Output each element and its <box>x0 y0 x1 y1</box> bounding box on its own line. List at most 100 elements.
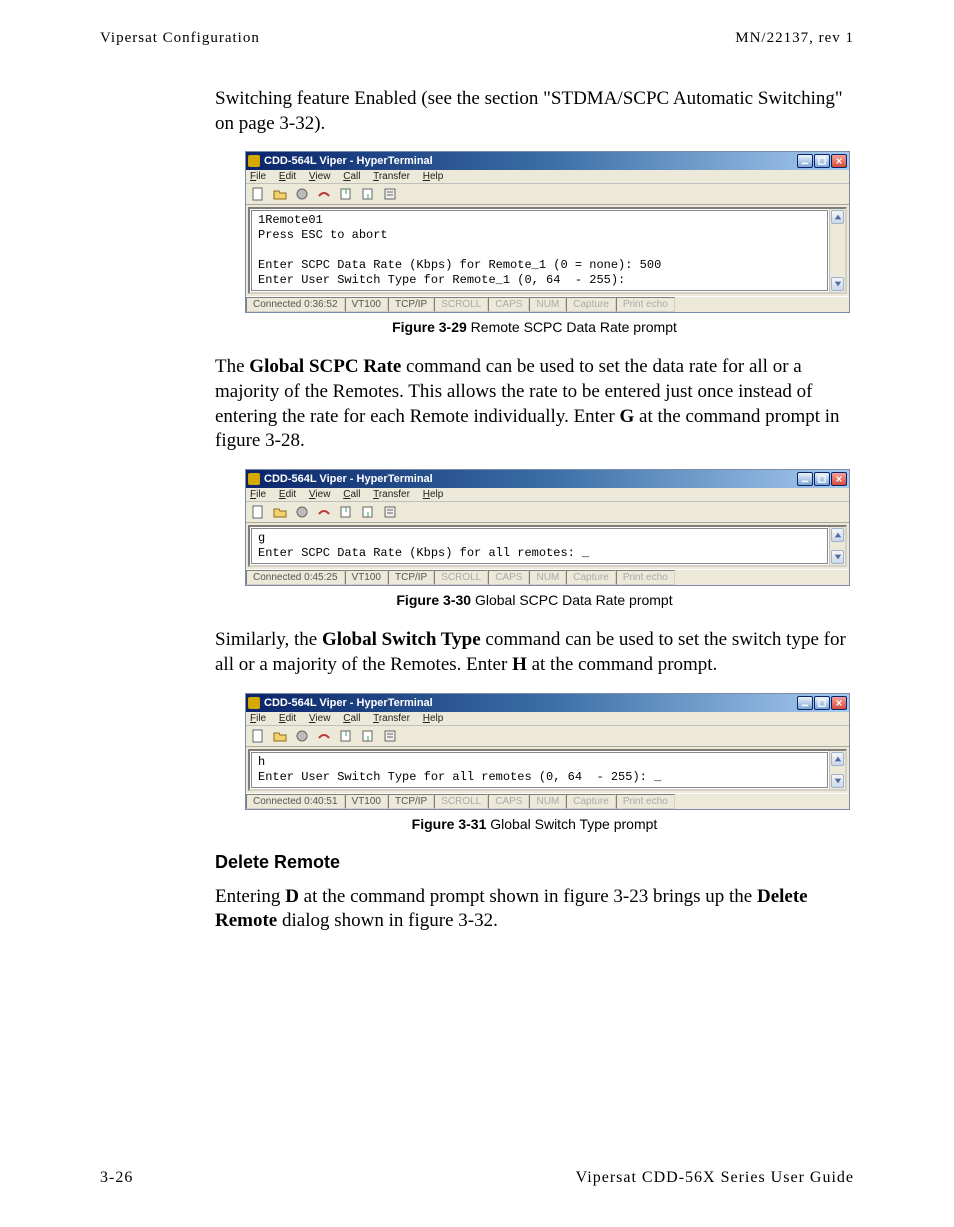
menu-view[interactable]: View <box>309 171 331 182</box>
footer-title: Vipersat CDD-56X Series User Guide <box>576 1169 854 1187</box>
status-capture: Capture <box>566 297 616 312</box>
titlebar[interactable]: CDD-564L Viper - HyperTerminal <box>246 470 849 488</box>
status-printecho: Print echo <box>616 570 675 585</box>
menu-view[interactable]: View <box>309 713 331 724</box>
status-scroll: SCROLL <box>434 570 488 585</box>
menu-bar[interactable]: File Edit View Call Transfer Help <box>246 488 849 502</box>
menu-view[interactable]: View <box>309 489 331 500</box>
menu-help[interactable]: Help <box>423 171 444 182</box>
scrollbar[interactable] <box>829 527 845 565</box>
status-capture: Capture <box>566 794 616 809</box>
status-connected: Connected 0:45:25 <box>246 570 345 585</box>
menu-help[interactable]: Help <box>423 713 444 724</box>
window-title: CDD-564L Viper - HyperTerminal <box>264 473 433 485</box>
menu-transfer[interactable]: Transfer <box>373 713 410 724</box>
menu-bar[interactable]: File Edit View Call Transfer Help <box>246 712 849 726</box>
properties-icon[interactable] <box>382 504 398 520</box>
scroll-up-icon[interactable] <box>831 210 844 224</box>
hangup-icon[interactable] <box>316 186 332 202</box>
close-button[interactable] <box>831 154 847 168</box>
receive-icon[interactable] <box>360 504 376 520</box>
minimize-button[interactable] <box>797 472 813 486</box>
menu-call[interactable]: Call <box>343 713 360 724</box>
terminal-output[interactable]: 1Remote01 Press ESC to abort Enter SCPC … <box>251 210 828 291</box>
app-icon <box>248 473 260 485</box>
open-icon[interactable] <box>272 728 288 744</box>
status-capture: Capture <box>566 570 616 585</box>
phone-icon[interactable] <box>294 728 310 744</box>
maximize-button[interactable] <box>814 472 830 486</box>
page-number: 3-26 <box>100 1169 133 1187</box>
status-emulation: VT100 <box>345 297 388 312</box>
page-footer: 3-26 Vipersat CDD-56X Series User Guide <box>100 1169 854 1187</box>
open-icon[interactable] <box>272 504 288 520</box>
send-icon[interactable] <box>338 186 354 202</box>
scroll-down-icon[interactable] <box>831 774 844 788</box>
properties-icon[interactable] <box>382 186 398 202</box>
status-scroll: SCROLL <box>434 297 488 312</box>
menu-edit[interactable]: Edit <box>279 713 296 724</box>
menu-edit[interactable]: Edit <box>279 171 296 182</box>
menu-transfer[interactable]: Transfer <box>373 171 410 182</box>
menu-file[interactable]: File <box>250 489 266 500</box>
new-icon[interactable] <box>250 728 266 744</box>
figure-caption-29: Figure 3-29 Remote SCPC Data Rate prompt <box>215 319 854 335</box>
receive-icon[interactable] <box>360 186 376 202</box>
status-caps: CAPS <box>488 570 529 585</box>
hyperterminal-window-31: CDD-564L Viper - HyperTerminal File Edit… <box>245 693 850 810</box>
menu-help[interactable]: Help <box>423 489 444 500</box>
new-icon[interactable] <box>250 186 266 202</box>
maximize-button[interactable] <box>814 154 830 168</box>
close-button[interactable] <box>831 696 847 710</box>
status-caps: CAPS <box>488 297 529 312</box>
window-title: CDD-564L Viper - HyperTerminal <box>264 697 433 709</box>
hangup-icon[interactable] <box>316 728 332 744</box>
status-bar: Connected 0:40:51 VT100 TCP/IP SCROLL CA… <box>246 793 849 809</box>
minimize-button[interactable] <box>797 696 813 710</box>
toolbar <box>246 184 849 205</box>
status-protocol: TCP/IP <box>388 794 434 809</box>
send-icon[interactable] <box>338 728 354 744</box>
intro-paragraph: Switching feature Enabled (see the secti… <box>215 87 854 136</box>
hangup-icon[interactable] <box>316 504 332 520</box>
hyperterminal-window-30: CDD-564L Viper - HyperTerminal File Edit… <box>245 469 850 586</box>
scroll-up-icon[interactable] <box>831 528 844 542</box>
status-printecho: Print echo <box>616 794 675 809</box>
receive-icon[interactable] <box>360 728 376 744</box>
send-icon[interactable] <box>338 504 354 520</box>
scroll-down-icon[interactable] <box>831 277 844 291</box>
figure-caption-30: Figure 3-30 Global SCPC Data Rate prompt <box>215 592 854 608</box>
phone-icon[interactable] <box>294 186 310 202</box>
properties-icon[interactable] <box>382 728 398 744</box>
menu-edit[interactable]: Edit <box>279 489 296 500</box>
status-caps: CAPS <box>488 794 529 809</box>
menu-file[interactable]: File <box>250 171 266 182</box>
header-right: MN/22137, rev 1 <box>735 30 854 47</box>
menu-call[interactable]: Call <box>343 489 360 500</box>
menu-file[interactable]: File <box>250 713 266 724</box>
figure-caption-31: Figure 3-31 Global Switch Type prompt <box>215 816 854 832</box>
status-num: NUM <box>529 570 566 585</box>
menu-transfer[interactable]: Transfer <box>373 489 410 500</box>
terminal-output[interactable]: h Enter User Switch Type for all remotes… <box>251 752 828 788</box>
menu-call[interactable]: Call <box>343 171 360 182</box>
status-connected: Connected 0:40:51 <box>246 794 345 809</box>
hyperterminal-window-29: CDD-564L Viper - HyperTerminal File Edit… <box>245 151 850 313</box>
titlebar[interactable]: CDD-564L Viper - HyperTerminal <box>246 152 849 170</box>
terminal-output[interactable]: g Enter SCPC Data Rate (Kbps) for all re… <box>251 528 828 564</box>
scroll-up-icon[interactable] <box>831 752 844 766</box>
titlebar[interactable]: CDD-564L Viper - HyperTerminal <box>246 694 849 712</box>
scroll-down-icon[interactable] <box>831 550 844 564</box>
scrollbar[interactable] <box>829 751 845 789</box>
phone-icon[interactable] <box>294 504 310 520</box>
new-icon[interactable] <box>250 504 266 520</box>
status-bar: Connected 0:36:52 VT100 TCP/IP SCROLL CA… <box>246 296 849 312</box>
scrollbar[interactable] <box>829 209 845 292</box>
status-protocol: TCP/IP <box>388 297 434 312</box>
close-button[interactable] <box>831 472 847 486</box>
maximize-button[interactable] <box>814 696 830 710</box>
minimize-button[interactable] <box>797 154 813 168</box>
open-icon[interactable] <box>272 186 288 202</box>
menu-bar[interactable]: File Edit View Call Transfer Help <box>246 170 849 184</box>
header-left: Vipersat Configuration <box>100 30 260 47</box>
